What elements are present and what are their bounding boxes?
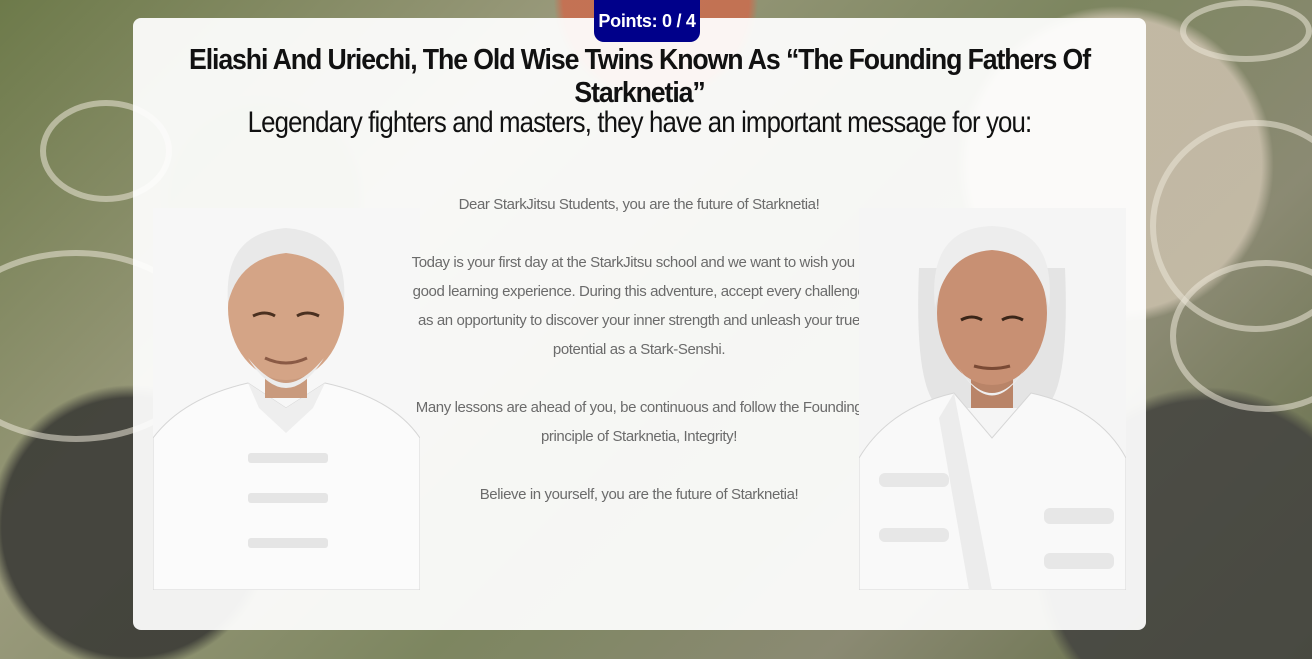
background-ring <box>1180 0 1312 62</box>
page-title: Eliashi And Uriechi, The Old Wise Twins … <box>189 44 1091 109</box>
message-card: Eliashi And Uriechi, The Old Wise Twins … <box>133 18 1146 630</box>
portrait-left <box>153 208 420 590</box>
points-label: Points: <box>598 10 658 31</box>
message-paragraph-2: Many lessons are ahead of you, be contin… <box>415 399 863 445</box>
elder-portrait-left-image <box>153 208 420 590</box>
message-paragraph-1: Today is your first day at the StarkJits… <box>411 254 867 358</box>
points-badge: Points: 0 / 4 <box>594 0 700 42</box>
page-subtitle: Legendary fighters and masters, they hav… <box>247 106 1033 139</box>
message-greeting: Dear StarkJitsu Students, you are the fu… <box>458 196 820 213</box>
founders-message: Dear StarkJitsu Students, you are the fu… <box>411 190 867 538</box>
elder-portrait-right-image <box>859 208 1126 590</box>
message-closing: Believe in yourself, you are the future … <box>479 486 799 503</box>
points-value: 0 / 4 <box>662 10 696 31</box>
portrait-right <box>859 208 1126 590</box>
